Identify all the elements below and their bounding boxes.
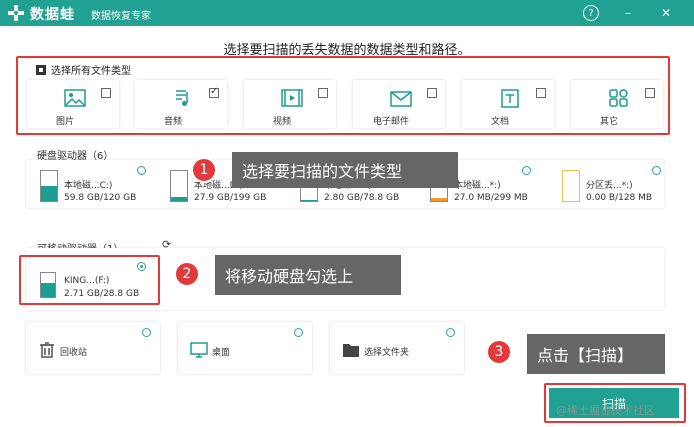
- file-type-label: 文档: [490, 117, 509, 127]
- file-type-label: 视频: [272, 117, 291, 127]
- location-label: 桌面: [212, 348, 231, 358]
- file-type-video[interactable]: 视频: [244, 80, 336, 128]
- drive-size: 2.71 GB/28.8 GB: [64, 289, 140, 299]
- app-logo-icon: [6, 3, 26, 23]
- callout-1: 选择要扫描的文件类型: [232, 152, 458, 188]
- file-type-other[interactable]: 其它: [571, 80, 663, 128]
- watermark: @稀土掘金技术社区: [556, 404, 655, 417]
- recycle-bin-radio[interactable]: [142, 328, 151, 337]
- document-icon: [501, 89, 519, 108]
- callout-2: 将移动硬盘勾选上: [215, 255, 401, 295]
- file-type-label: 其它: [599, 117, 618, 127]
- drive-name: 本地磁...*:): [454, 181, 501, 191]
- drive-usb-radio[interactable]: [137, 262, 146, 271]
- image-icon: [64, 89, 86, 107]
- file-type-audio[interactable]: 音频: [135, 80, 227, 128]
- drive-name: 本地磁...C:): [64, 181, 113, 191]
- drive-size: 27.9 GB/199 GB: [194, 193, 267, 203]
- title-bar: 数据蛙 数据恢复专家 ? – ✕: [0, 0, 694, 26]
- drive-c-radio[interactable]: [137, 166, 146, 175]
- file-type-label: 音频: [163, 117, 182, 127]
- music-icon: [176, 90, 188, 106]
- callout-number-3: 3: [486, 339, 512, 365]
- images-checkbox[interactable]: [101, 88, 111, 98]
- drive-c[interactable]: 本地磁...C:) 59.8 GB/120 GB: [40, 168, 140, 208]
- location-recycle-bin[interactable]: 回收站: [26, 322, 160, 374]
- disk-icon: [170, 170, 188, 202]
- app-name: 数据蛙: [30, 7, 75, 23]
- audio-checkbox[interactable]: [209, 86, 219, 98]
- callout-number-1: 1: [191, 157, 217, 183]
- location-label: 回收站: [60, 348, 88, 358]
- callout-3: 点击【扫描】: [527, 334, 665, 374]
- other-checkbox[interactable]: [645, 88, 655, 98]
- location-select-folder[interactable]: 选择文件夹: [330, 322, 464, 374]
- file-type-label: 电子邮件: [372, 117, 409, 127]
- desktop-radio[interactable]: [294, 328, 303, 337]
- file-type-label: 图片: [55, 117, 74, 127]
- file-type-documents[interactable]: 文档: [462, 80, 554, 128]
- minimize-button[interactable]: –: [620, 5, 636, 21]
- file-type-images[interactable]: 图片: [27, 80, 119, 128]
- drive-hidden-radio[interactable]: [522, 166, 531, 175]
- drive-name: 分区丢...*:): [586, 181, 633, 191]
- close-button[interactable]: ✕: [658, 5, 674, 21]
- monitor-icon: [190, 342, 208, 358]
- email-checkbox[interactable]: [427, 88, 437, 98]
- location-label: 选择文件夹: [364, 348, 410, 358]
- disk-icon: [40, 170, 58, 202]
- other-icon: [609, 89, 628, 107]
- select-all-checkbox[interactable]: [36, 64, 46, 75]
- drive-lost-partition-radio[interactable]: [652, 166, 661, 175]
- drive-name: KING...(F:): [64, 276, 110, 286]
- disk-icon: [562, 170, 580, 202]
- drive-size: 27.0 MB/299 MB: [454, 193, 528, 203]
- select-all-label: 选择所有文件类型: [51, 66, 131, 77]
- file-type-email[interactable]: 电子邮件: [353, 80, 445, 128]
- select-folder-radio[interactable]: [446, 328, 455, 337]
- trash-icon: [40, 342, 54, 358]
- location-desktop[interactable]: 桌面: [178, 322, 312, 374]
- drive-usb[interactable]: KING...(F:) 2.71 GB/28.8 GB: [40, 270, 140, 310]
- drive-size: 59.8 GB/120 GB: [64, 193, 137, 203]
- drive-size: 2.80 GB/78.8 GB: [324, 193, 400, 203]
- documents-checkbox[interactable]: [536, 88, 546, 98]
- usb-drive-icon: [40, 272, 56, 298]
- help-button[interactable]: ?: [583, 5, 599, 21]
- drive-lost-partition[interactable]: 分区丢...*:) 0.00 B/128 MB: [562, 168, 662, 208]
- video-icon: [281, 89, 303, 107]
- mail-icon: [390, 91, 412, 107]
- app-subtitle: 数据恢复专家: [91, 11, 151, 22]
- select-all-row[interactable]: 选择所有文件类型: [36, 62, 131, 77]
- drive-size: 0.00 B/128 MB: [586, 193, 653, 203]
- callout-number-2: 2: [174, 261, 200, 287]
- folder-icon: [343, 344, 359, 357]
- video-checkbox[interactable]: [318, 88, 328, 98]
